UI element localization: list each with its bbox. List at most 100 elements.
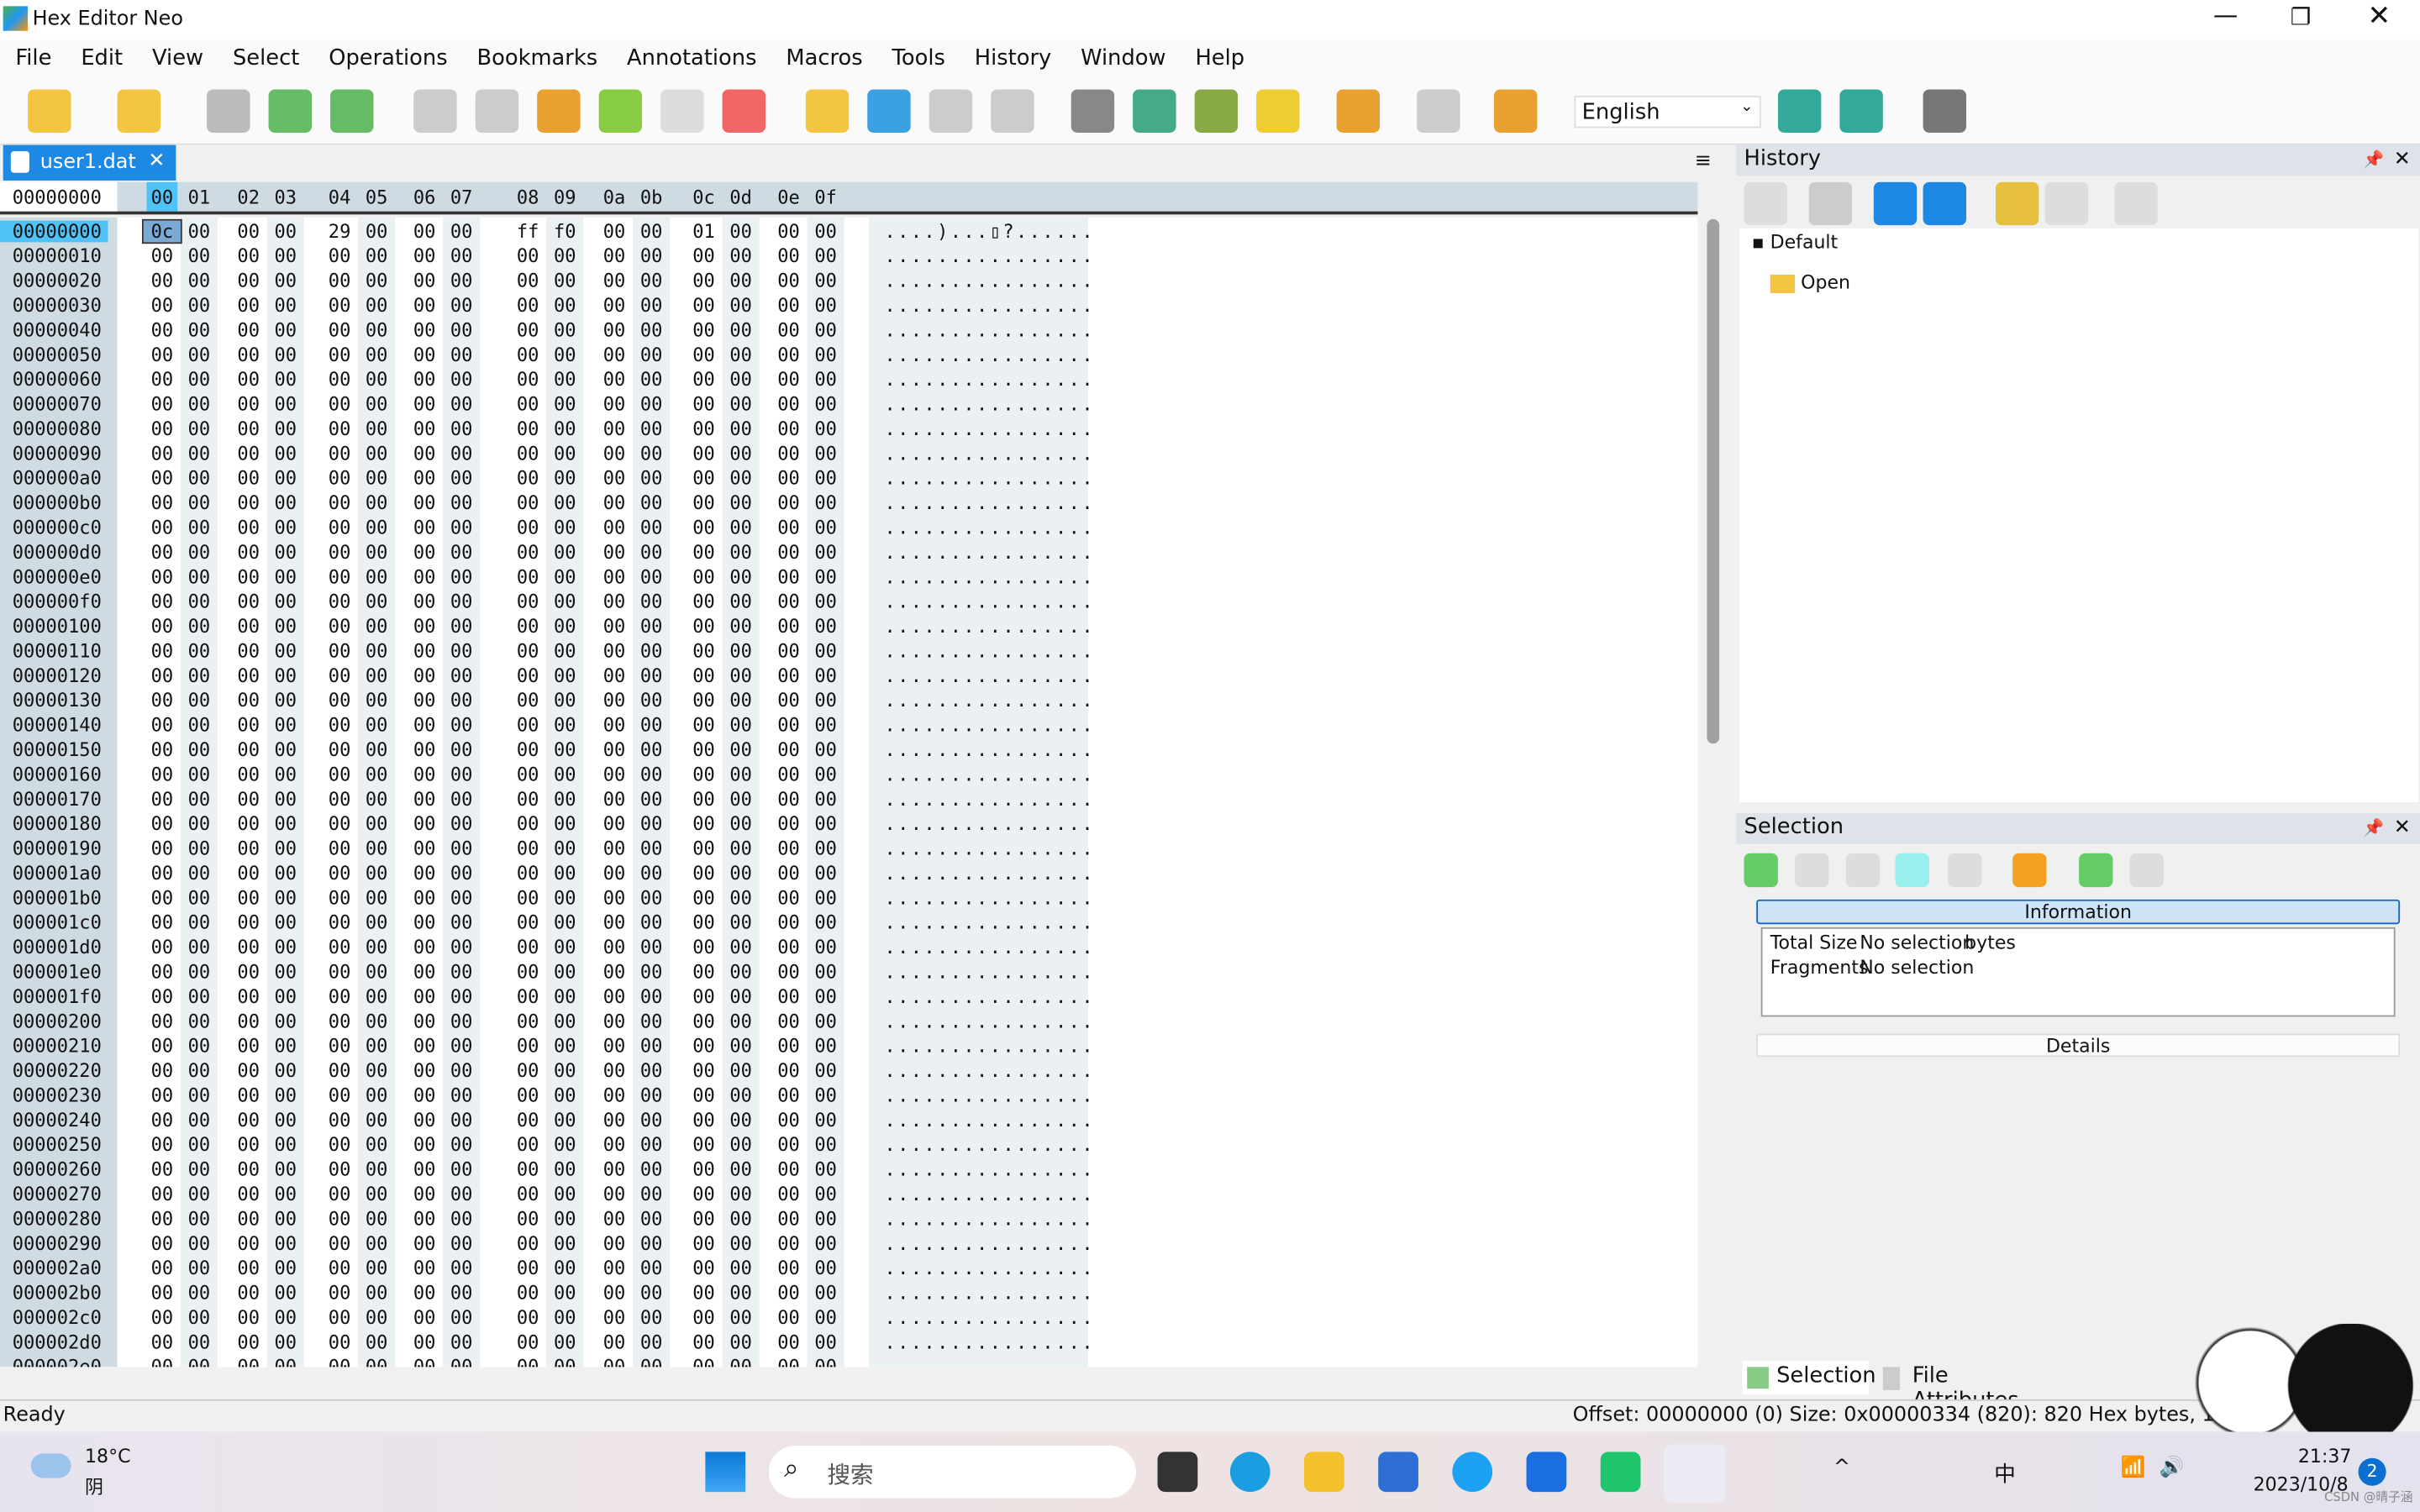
hex-byte[interactable]: 00	[771, 542, 808, 564]
hex-byte[interactable]: 00	[596, 1356, 633, 1367]
ascii-text[interactable]: ................	[884, 1035, 1095, 1057]
hex-byte[interactable]: 00	[546, 393, 583, 415]
hex-byte[interactable]: 0c	[141, 218, 182, 244]
hex-byte[interactable]: 01	[686, 221, 723, 243]
tab-user1-dat[interactable]: user1.dat ✕	[3, 144, 176, 181]
close-button[interactable]: ✕	[2368, 0, 2391, 33]
hex-byte[interactable]: 00	[181, 468, 218, 490]
hex-byte[interactable]: 00	[358, 566, 395, 588]
hex-byte[interactable]: 00	[406, 295, 443, 317]
hex-byte[interactable]: 00	[321, 764, 358, 785]
hex-byte[interactable]: 00	[443, 1084, 480, 1106]
hex-byte[interactable]: 00	[546, 764, 583, 785]
hex-byte[interactable]: 00	[723, 1011, 760, 1032]
ascii-text[interactable]: ................	[884, 665, 1095, 687]
hex-byte[interactable]: 00	[267, 813, 304, 835]
hex-byte[interactable]: 00	[181, 1356, 218, 1367]
hex-byte[interactable]: 00	[771, 1060, 808, 1082]
cut-icon[interactable]	[537, 89, 581, 133]
annotate-icon[interactable]	[1133, 89, 1176, 133]
ascii-text[interactable]: ................	[884, 1307, 1095, 1329]
hex-byte[interactable]: 00	[808, 1158, 844, 1180]
hex-byte[interactable]: 00	[771, 665, 808, 687]
invert-icon[interactable]	[1947, 853, 1982, 888]
hex-byte[interactable]: 00	[546, 1158, 583, 1180]
hex-byte[interactable]: 00	[771, 937, 808, 958]
hex-byte[interactable]: 00	[321, 690, 358, 711]
ascii-text[interactable]: ................	[884, 1282, 1095, 1304]
hex-byte[interactable]: 00	[686, 665, 723, 687]
hex-byte[interactable]: 00	[358, 986, 395, 1008]
hex-byte[interactable]: 00	[321, 1084, 358, 1106]
hex-byte[interactable]: 00	[633, 1257, 670, 1279]
hex-byte[interactable]: 00	[596, 961, 633, 983]
find-previous-icon[interactable]	[991, 89, 1034, 133]
hex-byte[interactable]: 00	[144, 1035, 181, 1057]
hex-byte[interactable]: 00	[723, 912, 760, 934]
hex-byte[interactable]: 00	[808, 912, 844, 934]
hex-byte[interactable]: 00	[321, 344, 358, 366]
hex-byte[interactable]: 00	[443, 665, 480, 687]
hex-byte[interactable]: 00	[596, 393, 633, 415]
ascii-text[interactable]: ................	[884, 1011, 1095, 1032]
hex-byte[interactable]: 00	[267, 1134, 304, 1156]
hex-byte[interactable]: 00	[771, 1282, 808, 1304]
hex-byte[interactable]: 00	[596, 344, 633, 366]
hex-byte[interactable]: 00	[509, 714, 546, 736]
hex-byte[interactable]: 00	[686, 1257, 723, 1279]
hex-byte[interactable]: 00	[509, 492, 546, 514]
hex-byte[interactable]: 00	[686, 393, 723, 415]
hex-byte[interactable]: 00	[230, 245, 267, 267]
hex-byte[interactable]: 00	[267, 690, 304, 711]
hex-byte[interactable]: 00	[321, 1356, 358, 1367]
hex-byte[interactable]: 00	[546, 1035, 583, 1057]
hex-byte[interactable]: 00	[406, 937, 443, 958]
hex-byte[interactable]: 00	[723, 1257, 760, 1279]
hex-byte[interactable]: 00	[321, 468, 358, 490]
hex-byte[interactable]: 00	[406, 369, 443, 391]
erase-icon[interactable]	[722, 89, 766, 133]
hex-byte[interactable]: 00	[546, 295, 583, 317]
hex-byte[interactable]: 00	[686, 1307, 723, 1329]
hex-byte[interactable]: 00	[808, 566, 844, 588]
hex-byte[interactable]: 00	[808, 1331, 844, 1353]
hex-byte[interactable]: 00	[443, 270, 480, 291]
hex-byte[interactable]: 00	[546, 542, 583, 564]
hex-byte[interactable]: 00	[230, 221, 267, 243]
new-file-icon[interactable]	[28, 89, 71, 133]
hex-byte[interactable]: 00	[686, 1233, 723, 1255]
ascii-text[interactable]: ................	[884, 1060, 1095, 1082]
hex-byte[interactable]: 00	[144, 739, 181, 761]
hex-byte[interactable]: 00	[267, 764, 304, 785]
hex-byte[interactable]: 00	[771, 418, 808, 440]
hex-byte[interactable]: 00	[267, 245, 304, 267]
hex-byte[interactable]: 00	[771, 369, 808, 391]
find-icon[interactable]	[867, 89, 911, 133]
hex-byte[interactable]: 00	[406, 468, 443, 490]
hex-byte[interactable]: 00	[443, 1257, 480, 1279]
hex-byte[interactable]: 00	[267, 319, 304, 341]
hex-byte[interactable]: 00	[771, 1158, 808, 1180]
hex-byte[interactable]: 00	[808, 863, 844, 885]
hex-byte[interactable]: 00	[267, 640, 304, 662]
hex-byte[interactable]: 00	[144, 517, 181, 538]
hex-byte[interactable]: 00	[144, 1208, 181, 1230]
hex-byte[interactable]: 00	[181, 665, 218, 687]
hex-byte[interactable]: 00	[230, 591, 267, 612]
hex-byte[interactable]: 00	[509, 393, 546, 415]
hex-byte[interactable]: 00	[321, 739, 358, 761]
hex-byte[interactable]: 00	[771, 616, 808, 638]
hex-byte[interactable]: 00	[230, 1060, 267, 1082]
hex-byte[interactable]: 00	[144, 863, 181, 885]
hex-byte[interactable]: 00	[633, 566, 670, 588]
hex-byte[interactable]: 00	[230, 492, 267, 514]
hex-byte[interactable]: 00	[406, 665, 443, 687]
bottom-tab-selection[interactable]: Selection	[1742, 1361, 1876, 1395]
hex-byte[interactable]: 00	[808, 270, 844, 291]
hex-byte[interactable]: 00	[321, 714, 358, 736]
hex-byte[interactable]: 00	[181, 245, 218, 267]
hex-byte[interactable]: 00	[406, 1208, 443, 1230]
hex-byte[interactable]: 00	[443, 492, 480, 514]
fgv-icon[interactable]	[1417, 89, 1460, 133]
hex-byte[interactable]: 00	[267, 295, 304, 317]
